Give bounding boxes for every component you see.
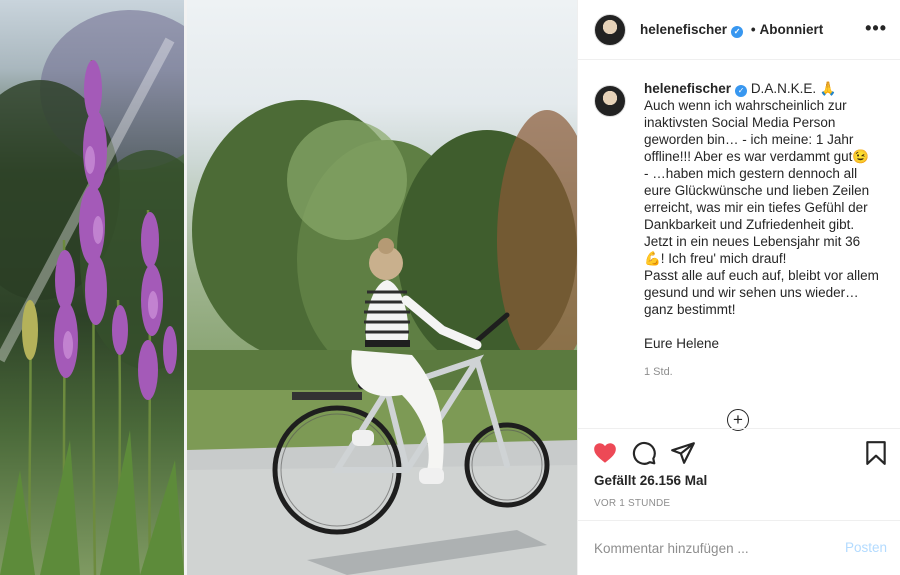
caption-line: Auch wenn ich wahrscheinlich zur inaktiv… <box>644 98 870 164</box>
follow-state-button[interactable]: Abonniert <box>760 22 824 37</box>
comment-input[interactable] <box>594 537 824 559</box>
caption-line: Jetzt in ein neues Lebensjahr mit 36 💪! … <box>644 234 864 266</box>
caption-avatar[interactable] <box>594 85 626 117</box>
post-media[interactable] <box>0 0 577 575</box>
heart-icon[interactable] <box>592 440 618 466</box>
more-options-icon[interactable]: ••• <box>865 19 887 37</box>
caption-username[interactable]: helenefischer <box>644 81 731 96</box>
flower-photo-panel <box>0 0 184 575</box>
avatar[interactable] <box>594 13 626 46</box>
caption-timestamp[interactable]: 1 Std. <box>644 364 884 381</box>
verified-badge-icon: ✓ <box>735 85 748 97</box>
comment-bubble-icon[interactable] <box>631 440 657 466</box>
bicycle-scene-illustration <box>187 100 577 575</box>
post-age[interactable]: VOR 1 STUNDE <box>594 498 670 509</box>
paper-plane-icon[interactable] <box>670 440 696 466</box>
caption-signature: Eure Helene <box>644 336 720 351</box>
comment-form: Posten <box>578 520 900 575</box>
caption-line: Passt alle auf euch auf, bleibt vor alle… <box>644 268 883 317</box>
post-comment-button[interactable]: Posten <box>845 540 887 555</box>
post-caption: helenefischer ✓ D.A.N.K.E. 🙏 Auch wenn ic… <box>578 80 900 381</box>
flower-illustration <box>0 10 184 575</box>
verified-badge-icon: ✓ <box>731 25 744 38</box>
action-bar <box>578 438 900 470</box>
post-sidebar: helenefischer ✓ • Abonniert ••• helenefisc… <box>577 0 900 575</box>
caption-line: D.A.N.K.E. 🙏 <box>750 81 837 96</box>
caption-line: - …haben mich gestern dennoch all eure G… <box>644 166 873 232</box>
post-header: helenefischer ✓ • Abonniert ••• <box>578 0 900 60</box>
bookmark-icon[interactable] <box>863 440 889 466</box>
author-username[interactable]: helenefischer <box>640 22 727 37</box>
like-count[interactable]: Gefällt 26.156 Mal <box>594 473 707 488</box>
bicycle-photo-panel <box>187 0 577 575</box>
